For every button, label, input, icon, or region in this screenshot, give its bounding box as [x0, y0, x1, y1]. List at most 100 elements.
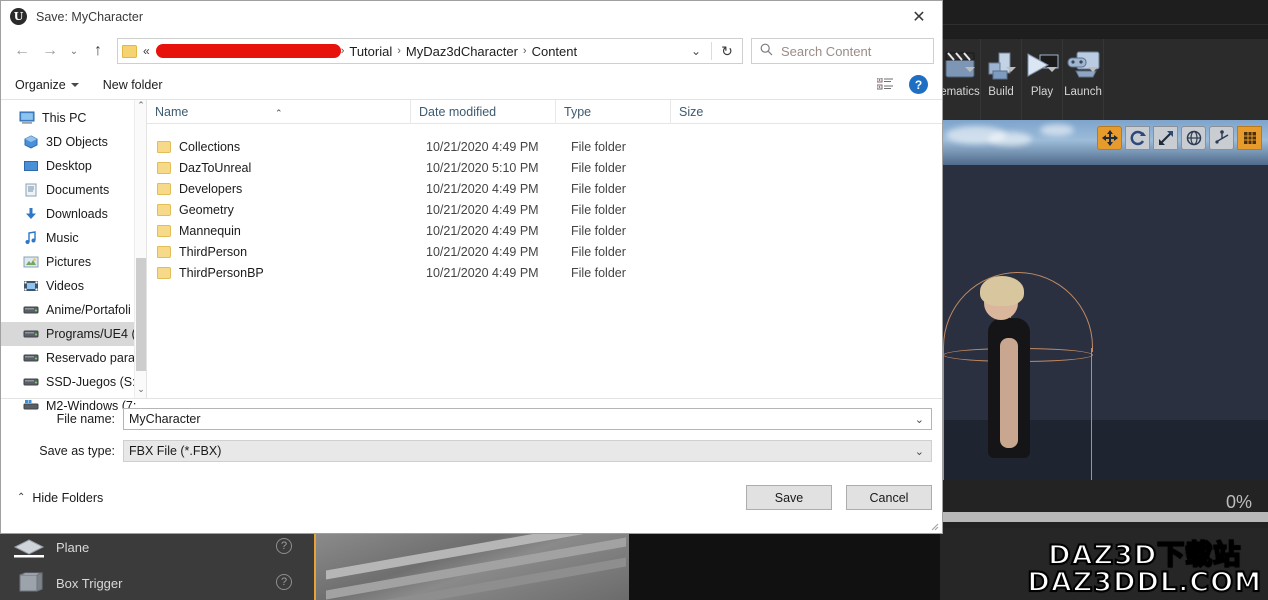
- save-button[interactable]: Save: [746, 485, 832, 510]
- dialog-footer[interactable]: ⌃ Hide Folders Save Cancel: [1, 469, 942, 510]
- column-headers[interactable]: Name ⌃ Date modified Type Size: [147, 99, 942, 124]
- sidebar-item-reservado[interactable]: Reservado para e: [1, 346, 146, 370]
- table-row[interactable]: Geometry 10/21/2020 4:49 PM File folder: [147, 199, 942, 220]
- resize-grip[interactable]: [929, 521, 939, 531]
- surface-snap-icon[interactable]: [1209, 126, 1234, 150]
- table-row[interactable]: Mannequin 10/21/2020 4:49 PM File folder: [147, 220, 942, 241]
- recent-locations-button[interactable]: ⌄: [65, 38, 83, 64]
- sidebar-item-3d-objects[interactable]: 3D Objects: [1, 130, 146, 154]
- sidebar-scrollbar[interactable]: ⌃ ⌄: [134, 100, 146, 398]
- navigation-bar[interactable]: ← → ⌄ ↑ « › Tutorial › MyDaz3dCharacter …: [1, 32, 942, 70]
- world-space-icon[interactable]: [1181, 126, 1206, 150]
- search-input[interactable]: Search Content: [751, 38, 934, 64]
- forward-button[interactable]: →: [37, 38, 63, 64]
- unreal-main-toolbar[interactable]: ematics Build Play Launch: [940, 38, 1268, 121]
- save-form[interactable]: File name: MyCharacter ⌄ Save as type: F…: [1, 398, 942, 465]
- table-row[interactable]: Developers 10/21/2020 4:49 PM File folde…: [147, 178, 942, 199]
- help-icon[interactable]: ?: [276, 574, 292, 590]
- chevron-down-icon[interactable]: [1088, 67, 1098, 72]
- close-icon[interactable]: ✕: [896, 1, 942, 32]
- breadcrumb-content[interactable]: Content: [527, 44, 583, 59]
- viewport-gizmo-toolbar[interactable]: [1097, 126, 1262, 150]
- view-layout-icon[interactable]: [876, 77, 893, 91]
- breadcrumb-mydaz3dcharacter[interactable]: MyDaz3dCharacter: [401, 44, 523, 59]
- sidebar-item-programs-ue4[interactable]: Programs/UE4 (D: [1, 322, 146, 346]
- sidebar-item-music[interactable]: Music: [1, 226, 146, 250]
- filetype-row[interactable]: Save as type: FBX File (*.FBX) ⌄: [1, 437, 942, 465]
- sidebar-item-this-pc[interactable]: This PC: [1, 106, 146, 130]
- file-date: 10/21/2020 4:49 PM: [426, 181, 539, 196]
- address-bar[interactable]: « › Tutorial › MyDaz3dCharacter › Conten…: [117, 38, 743, 64]
- rotate-gizmo-icon[interactable]: [1125, 126, 1150, 150]
- unreal-viewport[interactable]: [940, 120, 1268, 480]
- viewport-stairs-preview[interactable]: [314, 517, 629, 600]
- file-name: Collections: [179, 139, 241, 154]
- sidebar-item-documents[interactable]: Documents: [1, 178, 146, 202]
- grid-snap-icon[interactable]: [1237, 126, 1262, 150]
- character-hair: [980, 276, 1024, 306]
- chevron-down-icon[interactable]: ⌄: [915, 445, 924, 458]
- refresh-icon[interactable]: ↻: [712, 43, 742, 60]
- chevron-down-icon[interactable]: ⌄: [915, 413, 924, 426]
- help-icon[interactable]: ?: [276, 538, 292, 554]
- help-icon[interactable]: ?: [909, 75, 928, 94]
- toolbar-button-play[interactable]: Play: [1022, 39, 1063, 121]
- command-bar[interactable]: Organize New folder ?: [1, 70, 942, 100]
- scale-gizmo-icon[interactable]: [1153, 126, 1178, 150]
- sidebar-item-pictures[interactable]: Pictures: [1, 250, 146, 274]
- folder-icon: [157, 224, 171, 237]
- sidebar-item-label: Documents: [46, 183, 110, 197]
- chevron-down-icon[interactable]: [965, 67, 975, 72]
- chevron-down-icon[interactable]: [70, 82, 79, 87]
- column-header-type[interactable]: Type: [555, 99, 670, 124]
- file-list-pane[interactable]: Name ⌃ Date modified Type Size Collectio…: [146, 99, 942, 398]
- play-icon: [1022, 47, 1062, 83]
- command-bar-right[interactable]: ?: [876, 75, 942, 94]
- sidebar-item-videos[interactable]: Videos: [1, 274, 146, 298]
- filetype-select[interactable]: FBX File (*.FBX) ⌄: [123, 440, 932, 462]
- file-rows[interactable]: Collections 10/21/2020 4:49 PM File fold…: [147, 124, 942, 283]
- windows-drive-icon: [23, 399, 39, 413]
- chevron-down-icon[interactable]: [1006, 67, 1016, 72]
- chevron-down-icon[interactable]: ⌄: [681, 44, 711, 58]
- save-file-dialog[interactable]: U Save: MyCharacter ✕ ← → ⌄ ↑ « › Tutori…: [0, 0, 943, 534]
- sidebar-item-ssd-juegos[interactable]: SSD-Juegos (S:): [1, 370, 146, 394]
- dialog-buttons[interactable]: Save Cancel: [746, 485, 932, 510]
- column-header-date-modified[interactable]: Date modified: [410, 99, 555, 124]
- column-header-name[interactable]: Name ⌃: [147, 100, 410, 124]
- scrollbar-thumb[interactable]: [136, 258, 146, 371]
- sidebar-item-downloads[interactable]: Downloads: [1, 202, 146, 226]
- overflow-chevron-icon[interactable]: «: [143, 44, 150, 58]
- dialog-titlebar[interactable]: U Save: MyCharacter ✕: [1, 1, 942, 32]
- list-item[interactable]: Box Trigger ?: [0, 565, 314, 600]
- filename-row[interactable]: File name: MyCharacter ⌄: [1, 405, 942, 433]
- organize-button[interactable]: Organize: [15, 78, 79, 92]
- folder-icon: [157, 140, 171, 153]
- list-item[interactable]: Plane ?: [0, 529, 314, 565]
- back-button[interactable]: ←: [9, 38, 35, 64]
- table-row[interactable]: ThirdPersonBP 10/21/2020 4:49 PM File fo…: [147, 262, 942, 283]
- move-gizmo-icon[interactable]: [1097, 126, 1122, 150]
- toolbar-button-cinematics[interactable]: ematics: [940, 39, 981, 121]
- sidebar-item-label: Pictures: [46, 255, 92, 269]
- column-header-size[interactable]: Size: [670, 99, 750, 124]
- character-mesh[interactable]: [943, 260, 1093, 480]
- place-actors-panel[interactable]: Plane ? Box Trigger ?: [0, 528, 314, 600]
- toolbar-button-launch[interactable]: Launch: [1063, 39, 1104, 121]
- box-trigger-icon: [12, 572, 46, 594]
- table-row[interactable]: Collections 10/21/2020 4:49 PM File fold…: [147, 136, 942, 157]
- new-folder-button[interactable]: New folder: [103, 78, 163, 92]
- breadcrumb-tutorial[interactable]: Tutorial: [344, 44, 397, 59]
- sidebar-item-desktop[interactable]: Desktop: [1, 154, 146, 178]
- table-row[interactable]: DazToUnreal 10/21/2020 5:10 PM File fold…: [147, 157, 942, 178]
- chevron-down-icon[interactable]: [1047, 67, 1057, 72]
- up-button[interactable]: ↑: [85, 38, 111, 64]
- navigation-sidebar[interactable]: This PC 3D Objects Desktop Documents Dow…: [1, 100, 146, 413]
- filename-input[interactable]: MyCharacter ⌄: [123, 408, 932, 430]
- drive-icon: [23, 351, 39, 365]
- sidebar-item-anime-portafolio[interactable]: Anime/Portafoli: [1, 298, 146, 322]
- toolbar-button-build[interactable]: Build: [981, 39, 1022, 121]
- hide-folders-button[interactable]: ⌃ Hide Folders: [11, 491, 103, 505]
- table-row[interactable]: ThirdPerson 10/21/2020 4:49 PM File fold…: [147, 241, 942, 262]
- cancel-button[interactable]: Cancel: [846, 485, 932, 510]
